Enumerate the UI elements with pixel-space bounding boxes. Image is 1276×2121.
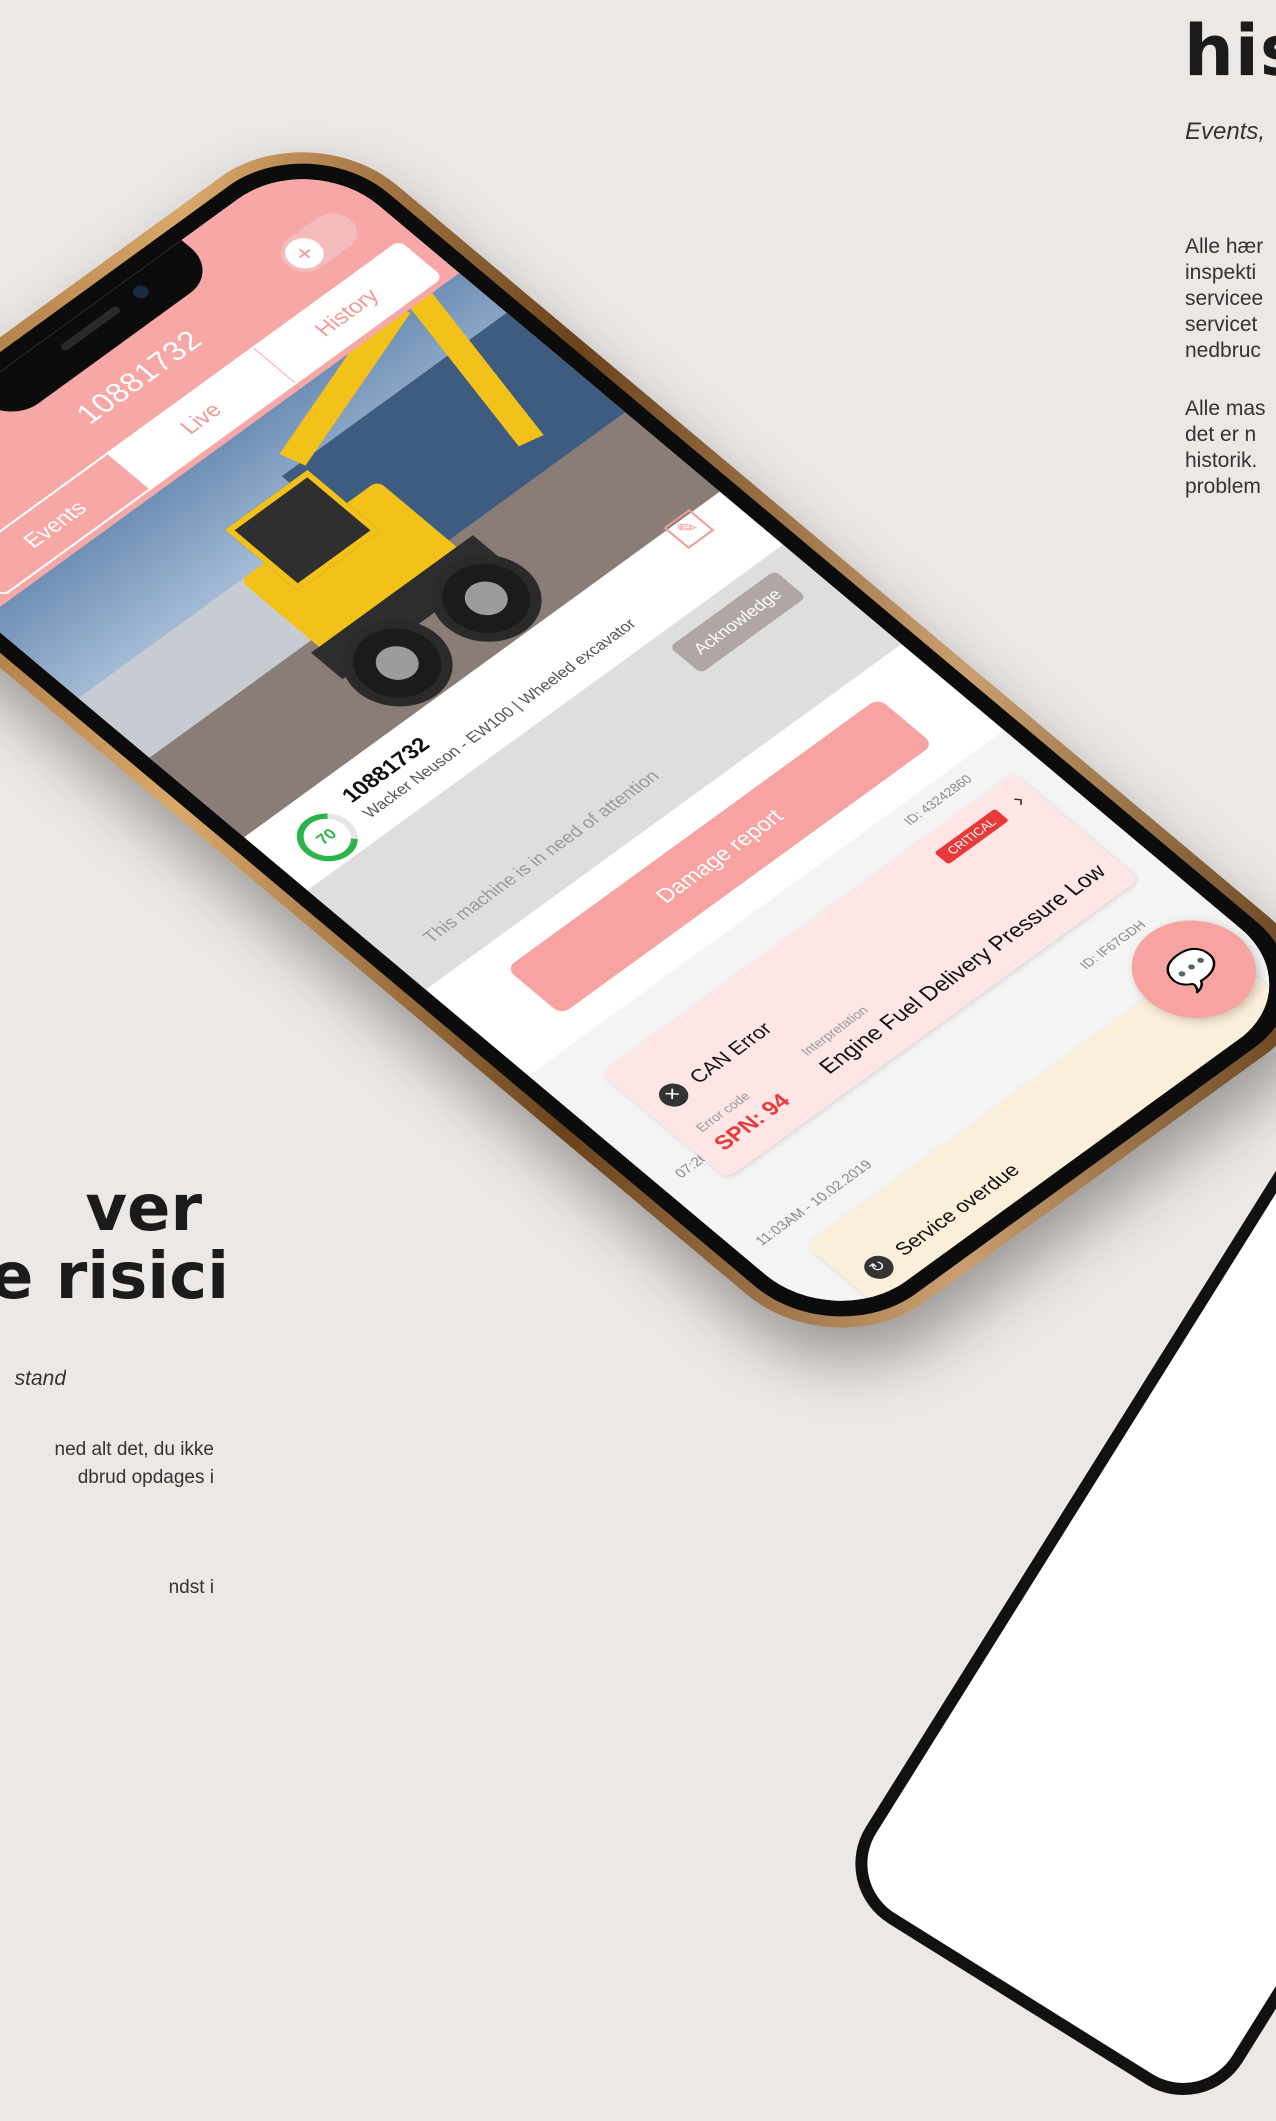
section-heading-left: ver e risici (0, 1172, 230, 1314)
interpretation-value: Engine Fuel Delivery Pressure Low (813, 859, 1112, 1079)
service-icon: ↻ (858, 1251, 900, 1284)
section-subtitle-right: Events, (1185, 118, 1266, 145)
status-badge: CRITICAL (934, 808, 1010, 865)
health-score: 70 (313, 826, 341, 848)
section-subtitle-left: stand (14, 1367, 66, 1390)
chevron-right-icon[interactable]: › (1005, 789, 1031, 811)
error-icon: ✕ (652, 1078, 695, 1112)
paragraph-right-1: Alle hær inspekti servicee servicet nedb… (1185, 235, 1264, 362)
paragraph-right-2: Alle mas det er n historik. problem (1185, 397, 1266, 498)
phone-mockup: ‹ 10881732 + Events Live History ✎ (0, 112, 1276, 1368)
paragraph-left-bottom: ndst i (168, 1577, 214, 1598)
chat-icon: 💬 (1156, 940, 1232, 999)
event-title: CAN Error (685, 1018, 778, 1088)
paragraph-left: ned alt det, du ikke dbrud opdages i (54, 1439, 215, 1488)
camera-lens (129, 283, 152, 301)
section-heading-right: his (1184, 10, 1276, 92)
